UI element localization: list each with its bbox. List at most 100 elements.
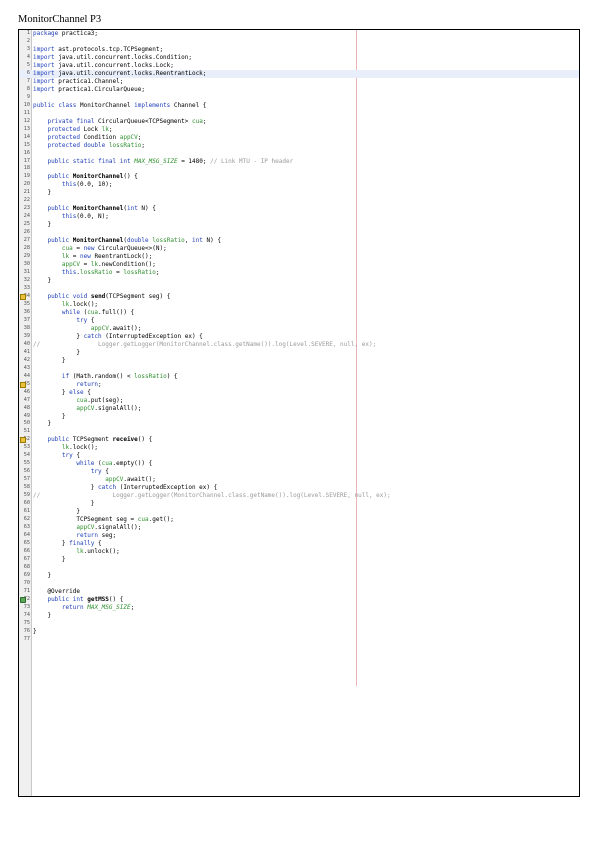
line-number: 43 bbox=[23, 364, 30, 371]
code-text: cua = new CircularQueue<>(N); bbox=[61, 245, 167, 253]
line-number: 37 bbox=[23, 316, 30, 323]
warning-icon[interactable] bbox=[20, 381, 26, 388]
code-text: public class MonitorChannel implements C… bbox=[33, 101, 207, 109]
code-line: 22 bbox=[19, 197, 579, 205]
line-number: 39 bbox=[23, 332, 30, 339]
line-number: 17 bbox=[23, 157, 30, 164]
line-number: 50 bbox=[23, 420, 30, 427]
code-line: 57 appCV.await(); bbox=[19, 476, 579, 484]
line-number: 25 bbox=[23, 221, 30, 228]
warning-icon[interactable] bbox=[20, 437, 26, 444]
code-line: 52 public TCPSegment receive() { bbox=[19, 436, 579, 444]
line-number: 76 bbox=[23, 627, 30, 634]
code-text: lk = new ReentrantLock(); bbox=[61, 253, 153, 261]
line-number: 21 bbox=[23, 189, 30, 196]
line-number: 69 bbox=[23, 571, 30, 578]
code-text: import java.util.concurrent.locks.Condit… bbox=[33, 53, 192, 61]
line-number: 77 bbox=[23, 635, 30, 642]
line-number: 41 bbox=[23, 348, 30, 355]
code-text: import practica1.CircularQueue; bbox=[33, 85, 145, 93]
code-line: 8 import practica1.CircularQueue; bbox=[19, 86, 579, 94]
code-line: 48 appCV.signalAll(); bbox=[19, 405, 579, 413]
code-line: 34 public void send(TCPSegment seg) { bbox=[19, 293, 579, 301]
code-text: // Logger.getLogger(MonitorChannel.class… bbox=[33, 340, 377, 348]
code-line: 33 bbox=[19, 285, 579, 293]
code-editor: 1 package practica3; 2 3 import ast.protocol… bbox=[18, 29, 580, 797]
line-number: 55 bbox=[23, 460, 30, 467]
code-text: appCV = lk.newCondition(); bbox=[61, 261, 156, 269]
code-text: import ast.protocols.tcp.TCPSegment; bbox=[33, 45, 164, 53]
code-text: public static final int MAX_MSG_SIZE = 1… bbox=[47, 157, 294, 165]
line-number: 42 bbox=[23, 356, 30, 363]
code-text: } else { bbox=[33, 388, 91, 396]
code-line: 59// Logger.getLogger(MonitorChannel.cla… bbox=[19, 492, 579, 500]
line-number: 53 bbox=[23, 444, 30, 451]
line-number: 12 bbox=[23, 117, 30, 124]
code-text: protected Condition appCV; bbox=[47, 133, 142, 141]
code-line: 44 if (Math.random() < lossRatio) { bbox=[19, 373, 579, 381]
code-line: 64 return seg; bbox=[19, 532, 579, 540]
code-line: 50 } bbox=[19, 420, 579, 428]
code-text: this(0.0, 10); bbox=[61, 181, 113, 189]
code-line: 31 this.lossRatio = lossRatio; bbox=[19, 269, 579, 277]
line-number: 24 bbox=[23, 213, 30, 220]
code-line: 16 bbox=[19, 150, 579, 158]
code-line: 56 try { bbox=[19, 468, 579, 476]
code-text: public MonitorChannel(double lossRatio, … bbox=[47, 237, 221, 245]
line-number: 22 bbox=[23, 197, 30, 204]
code-line: 35 lk.lock(); bbox=[19, 301, 579, 309]
code-line: 71 @Override bbox=[19, 588, 579, 596]
code-line: 9 bbox=[19, 94, 579, 102]
code-text: } bbox=[33, 420, 52, 428]
code-text: import practica1.Channel; bbox=[33, 77, 124, 85]
code-text: public void send(TCPSegment seg) { bbox=[47, 292, 171, 300]
line-number: 7 bbox=[26, 77, 30, 84]
warning-icon[interactable] bbox=[20, 293, 26, 300]
line-number: 57 bbox=[23, 476, 30, 483]
code-line: 25 } bbox=[19, 221, 579, 229]
code-line: 29 lk = new ReentrantLock(); bbox=[19, 253, 579, 261]
code-text: public int getMSS() { bbox=[47, 595, 124, 603]
line-number: 40 bbox=[23, 340, 30, 347]
code-text: appCV.await(); bbox=[105, 476, 156, 484]
code-line: 51 bbox=[19, 428, 579, 436]
code-line: 70 bbox=[19, 580, 579, 588]
code-line: 7 import practica1.Channel; bbox=[19, 78, 579, 86]
line-number: 6 bbox=[26, 69, 30, 76]
code-text: try { bbox=[61, 452, 80, 460]
code-text: cua.put(seg); bbox=[76, 396, 124, 404]
code-text: } bbox=[33, 412, 66, 420]
code-text: @Override bbox=[33, 587, 80, 595]
code-text: if (Math.random() < lossRatio) { bbox=[61, 372, 178, 380]
code-line: 68 bbox=[19, 564, 579, 572]
override-icon[interactable] bbox=[20, 596, 26, 603]
code-line: 40// Logger.getLogger(MonitorChannel.cla… bbox=[19, 341, 579, 349]
code-line: 26 bbox=[19, 229, 579, 237]
code-line: 58 } catch (InterruptedException ex) { bbox=[19, 484, 579, 492]
line-number: 56 bbox=[23, 468, 30, 475]
code-text: } bbox=[33, 189, 52, 197]
code-line: 49 } bbox=[19, 413, 579, 421]
line-number: 54 bbox=[23, 452, 30, 459]
code-line: 11 bbox=[19, 110, 579, 118]
line-number: 23 bbox=[23, 205, 30, 212]
code-line: 45 return; bbox=[19, 381, 579, 389]
code-line: 53 lk.lock(); bbox=[19, 444, 579, 452]
line-number: 36 bbox=[23, 308, 30, 315]
line-number: 26 bbox=[23, 229, 30, 236]
code-line: 21 } bbox=[19, 189, 579, 197]
code-line: 37 try { bbox=[19, 317, 579, 325]
code-text: public TCPSegment receive() { bbox=[47, 436, 153, 444]
code-text: try { bbox=[76, 316, 95, 324]
code-text: } finally { bbox=[33, 540, 102, 547]
line-number: 48 bbox=[23, 404, 30, 411]
code-text: protected double lossRatio; bbox=[47, 141, 146, 149]
code-line: 18 bbox=[19, 165, 579, 173]
line-number: 11 bbox=[23, 109, 30, 116]
line-number: 46 bbox=[23, 388, 30, 395]
code-line: 24 this(0.0, N); bbox=[19, 213, 579, 221]
line-number: 65 bbox=[23, 540, 30, 546]
code-text: appCV.signalAll(); bbox=[76, 524, 142, 532]
line-number: 71 bbox=[23, 587, 30, 594]
code-text: } bbox=[33, 508, 80, 516]
